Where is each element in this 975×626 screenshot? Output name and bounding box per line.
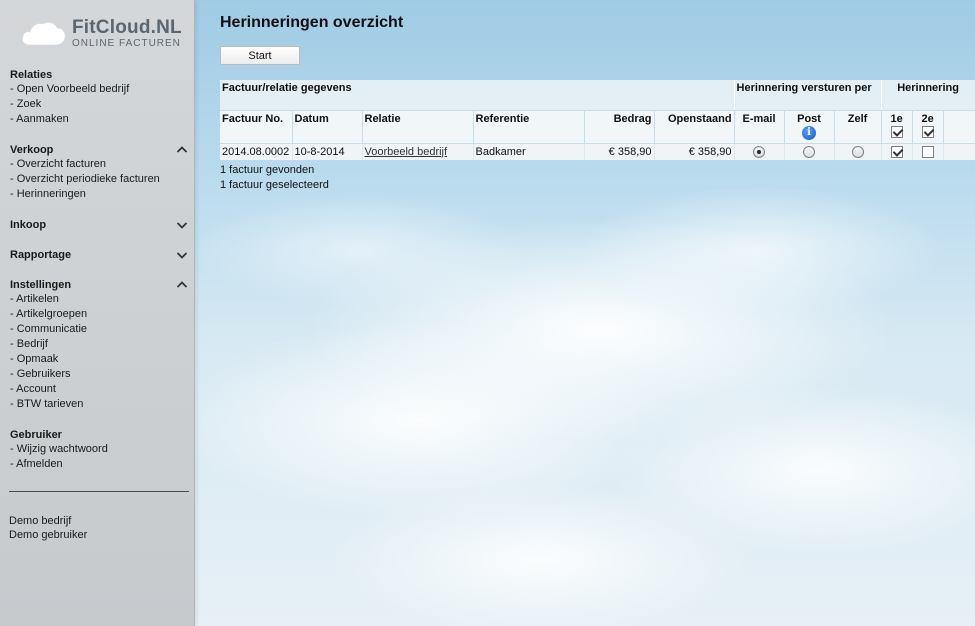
col-outstanding[interactable]: Openstaand	[654, 110, 735, 143]
chevron-up-icon[interactable]	[176, 279, 188, 291]
cell-amount: € 358,90	[584, 142, 655, 160]
col-second-label: 2e	[921, 112, 934, 125]
sidebar-item-overzicht-periodieke-facturen[interactable]: Overzicht periodieke facturen	[10, 172, 190, 187]
sidebar-item-open-voorbeeld-bedrijf[interactable]: Open Voorbeeld bedrijf	[10, 82, 190, 97]
table-row: 2014.08.0002 10-8-2014 Voorbeeld bedrijf…	[220, 142, 975, 160]
cell-date: 10-8-2014	[292, 142, 363, 160]
col-date[interactable]: Datum	[292, 110, 363, 143]
sidebar-item-overzicht-facturen[interactable]: Overzicht facturen	[10, 157, 190, 172]
logo[interactable]: FitCloud.NL ONLINE FACTUREN	[20, 17, 182, 51]
sidebar-item-zoek[interactable]: Zoek	[10, 97, 190, 112]
sidebar-divider	[9, 491, 189, 492]
group-reminder: Herinnering	[881, 80, 975, 111]
group-invoice-data: Factuur/relatie gegevens	[220, 80, 735, 111]
reminders-table: Factuur/relatie gegevens Herinnering ver…	[220, 80, 975, 160]
selected-count: 1 factuur geselecteerd	[220, 179, 329, 191]
cell-reference: Badkamer	[473, 142, 585, 160]
sidebar-item-communicatie[interactable]: Communicatie	[10, 322, 190, 337]
sidebar-item-herinneringen[interactable]: Herinneringen	[10, 187, 190, 202]
sidebar-item-wijzig-wachtwoord[interactable]: Wijzig wachtwoord	[10, 442, 190, 457]
col-first: 1e	[881, 110, 913, 143]
cell-outstanding: € 358,90	[654, 142, 735, 160]
nav-group-instellingen: Instellingen Artikelen Artikelgroepen Co…	[10, 277, 190, 412]
sidebar: FitCloud.NL ONLINE FACTUREN Relaties Ope…	[0, 0, 195, 626]
company-name: Demo bedrijf	[9, 515, 72, 527]
sidebar-item-artikelen[interactable]: Artikelen	[10, 292, 190, 307]
table-group-header: Factuur/relatie gegevens Herinnering ver…	[220, 80, 975, 111]
nav-group-rapportage: Rapportage	[10, 247, 190, 262]
send-email-radio[interactable]	[753, 145, 766, 158]
send-self-radio[interactable]	[851, 145, 864, 158]
chevron-down-icon[interactable]	[176, 219, 188, 231]
sidebar-item-btw-tarieven[interactable]: BTW tarieven	[10, 397, 190, 412]
nav-group-relaties: Relaties Open Voorbeeld bedrijf Zoek Aan…	[10, 67, 190, 127]
first-reminder-checkbox[interactable]	[890, 145, 903, 158]
nav-group-label: Gebruiker	[10, 428, 62, 441]
cell-self	[834, 142, 882, 160]
sidebar-item-gebruikers[interactable]: Gebruikers	[10, 367, 190, 382]
cloud-logo-icon	[21, 21, 66, 46]
logo-name: FitCloud.NL	[72, 17, 182, 38]
sidebar-item-aanmaken[interactable]: Aanmaken	[10, 112, 190, 127]
cell-invoice-no: 2014.08.0002	[220, 142, 293, 160]
logo-subtitle: ONLINE FACTUREN	[72, 38, 181, 49]
second-reminder-checkbox[interactable]	[921, 145, 934, 158]
cell-second	[912, 142, 944, 160]
select-all-second-checkbox[interactable]	[921, 125, 934, 138]
sidebar-nav: Relaties Open Voorbeeld bedrijf Zoek Aan…	[10, 67, 190, 487]
col-amount[interactable]: Bedrag	[584, 110, 655, 143]
nav-group-label: Relaties	[10, 68, 53, 81]
group-send-via: Herinnering versturen per	[734, 80, 882, 111]
col-first-label: 1e	[890, 112, 903, 125]
send-post-radio[interactable]	[803, 145, 816, 158]
sidebar-item-opmaak[interactable]: Opmaak	[10, 352, 190, 367]
nav-group-inkoop: Inkoop	[10, 217, 190, 232]
nav-group-label: Verkoop	[10, 143, 54, 156]
nav-group-label: Rapportage	[10, 248, 72, 261]
col-self: Zelf	[834, 110, 882, 143]
nav-group-title: Gebruiker	[10, 427, 190, 442]
nav-group-toggle-verkoop[interactable]: Verkoop	[10, 142, 190, 157]
cell-spacer	[943, 142, 975, 160]
chevron-down-icon[interactable]	[176, 249, 188, 261]
start-button[interactable]: Start	[220, 46, 300, 65]
sidebar-item-bedrijf[interactable]: Bedrijf	[10, 337, 190, 352]
nav-group-toggle-rapportage[interactable]: Rapportage	[10, 247, 190, 262]
col-email: E-mail	[734, 110, 785, 143]
cell-first	[881, 142, 913, 160]
nav-group-toggle-inkoop[interactable]: Inkoop	[10, 217, 190, 232]
select-all-first-checkbox[interactable]	[890, 125, 903, 138]
nav-group-label: Inkoop	[10, 218, 47, 231]
page-title: Herinneringen overzicht	[220, 14, 404, 31]
col-spacer	[943, 110, 975, 143]
nav-group-verkoop: Verkoop Overzicht facturen Overzicht per…	[10, 142, 190, 202]
col-post-label: Post	[797, 112, 821, 125]
user-name: Demo gebruiker	[9, 529, 88, 541]
cell-email	[734, 142, 785, 160]
sidebar-item-account[interactable]: Account	[10, 382, 190, 397]
found-count: 1 factuur gevonden	[220, 164, 315, 176]
nav-group-label: Instellingen	[10, 278, 72, 291]
user-info: Demo bedrijf Demo gebruiker	[9, 514, 87, 542]
nav-group-toggle-instellingen[interactable]: Instellingen	[10, 277, 190, 292]
col-second: 2e	[912, 110, 944, 143]
result-summary: 1 factuur gevonden 1 factuur geselecteer…	[220, 163, 329, 193]
col-reference[interactable]: Referentie	[473, 110, 585, 143]
cell-post	[784, 142, 835, 160]
nav-group-title: Relaties	[10, 67, 190, 82]
col-relation[interactable]: Relatie	[362, 110, 474, 143]
info-icon[interactable]: i	[802, 125, 817, 140]
cell-relation: Voorbeeld bedrijf	[362, 142, 474, 160]
nav-group-gebruiker: Gebruiker Wijzig wachtwoord Afmelden	[10, 427, 190, 472]
table-column-header: Factuur No. Datum Relatie Referentie Bed…	[220, 110, 975, 143]
col-invoice-no[interactable]: Factuur No.	[220, 110, 293, 143]
relation-link[interactable]: Voorbeeld bedrijf	[365, 146, 448, 158]
chevron-up-icon[interactable]	[176, 144, 188, 156]
col-post: Post i	[784, 110, 835, 143]
sidebar-item-artikelgroepen[interactable]: Artikelgroepen	[10, 307, 190, 322]
sidebar-item-afmelden[interactable]: Afmelden	[10, 457, 190, 472]
